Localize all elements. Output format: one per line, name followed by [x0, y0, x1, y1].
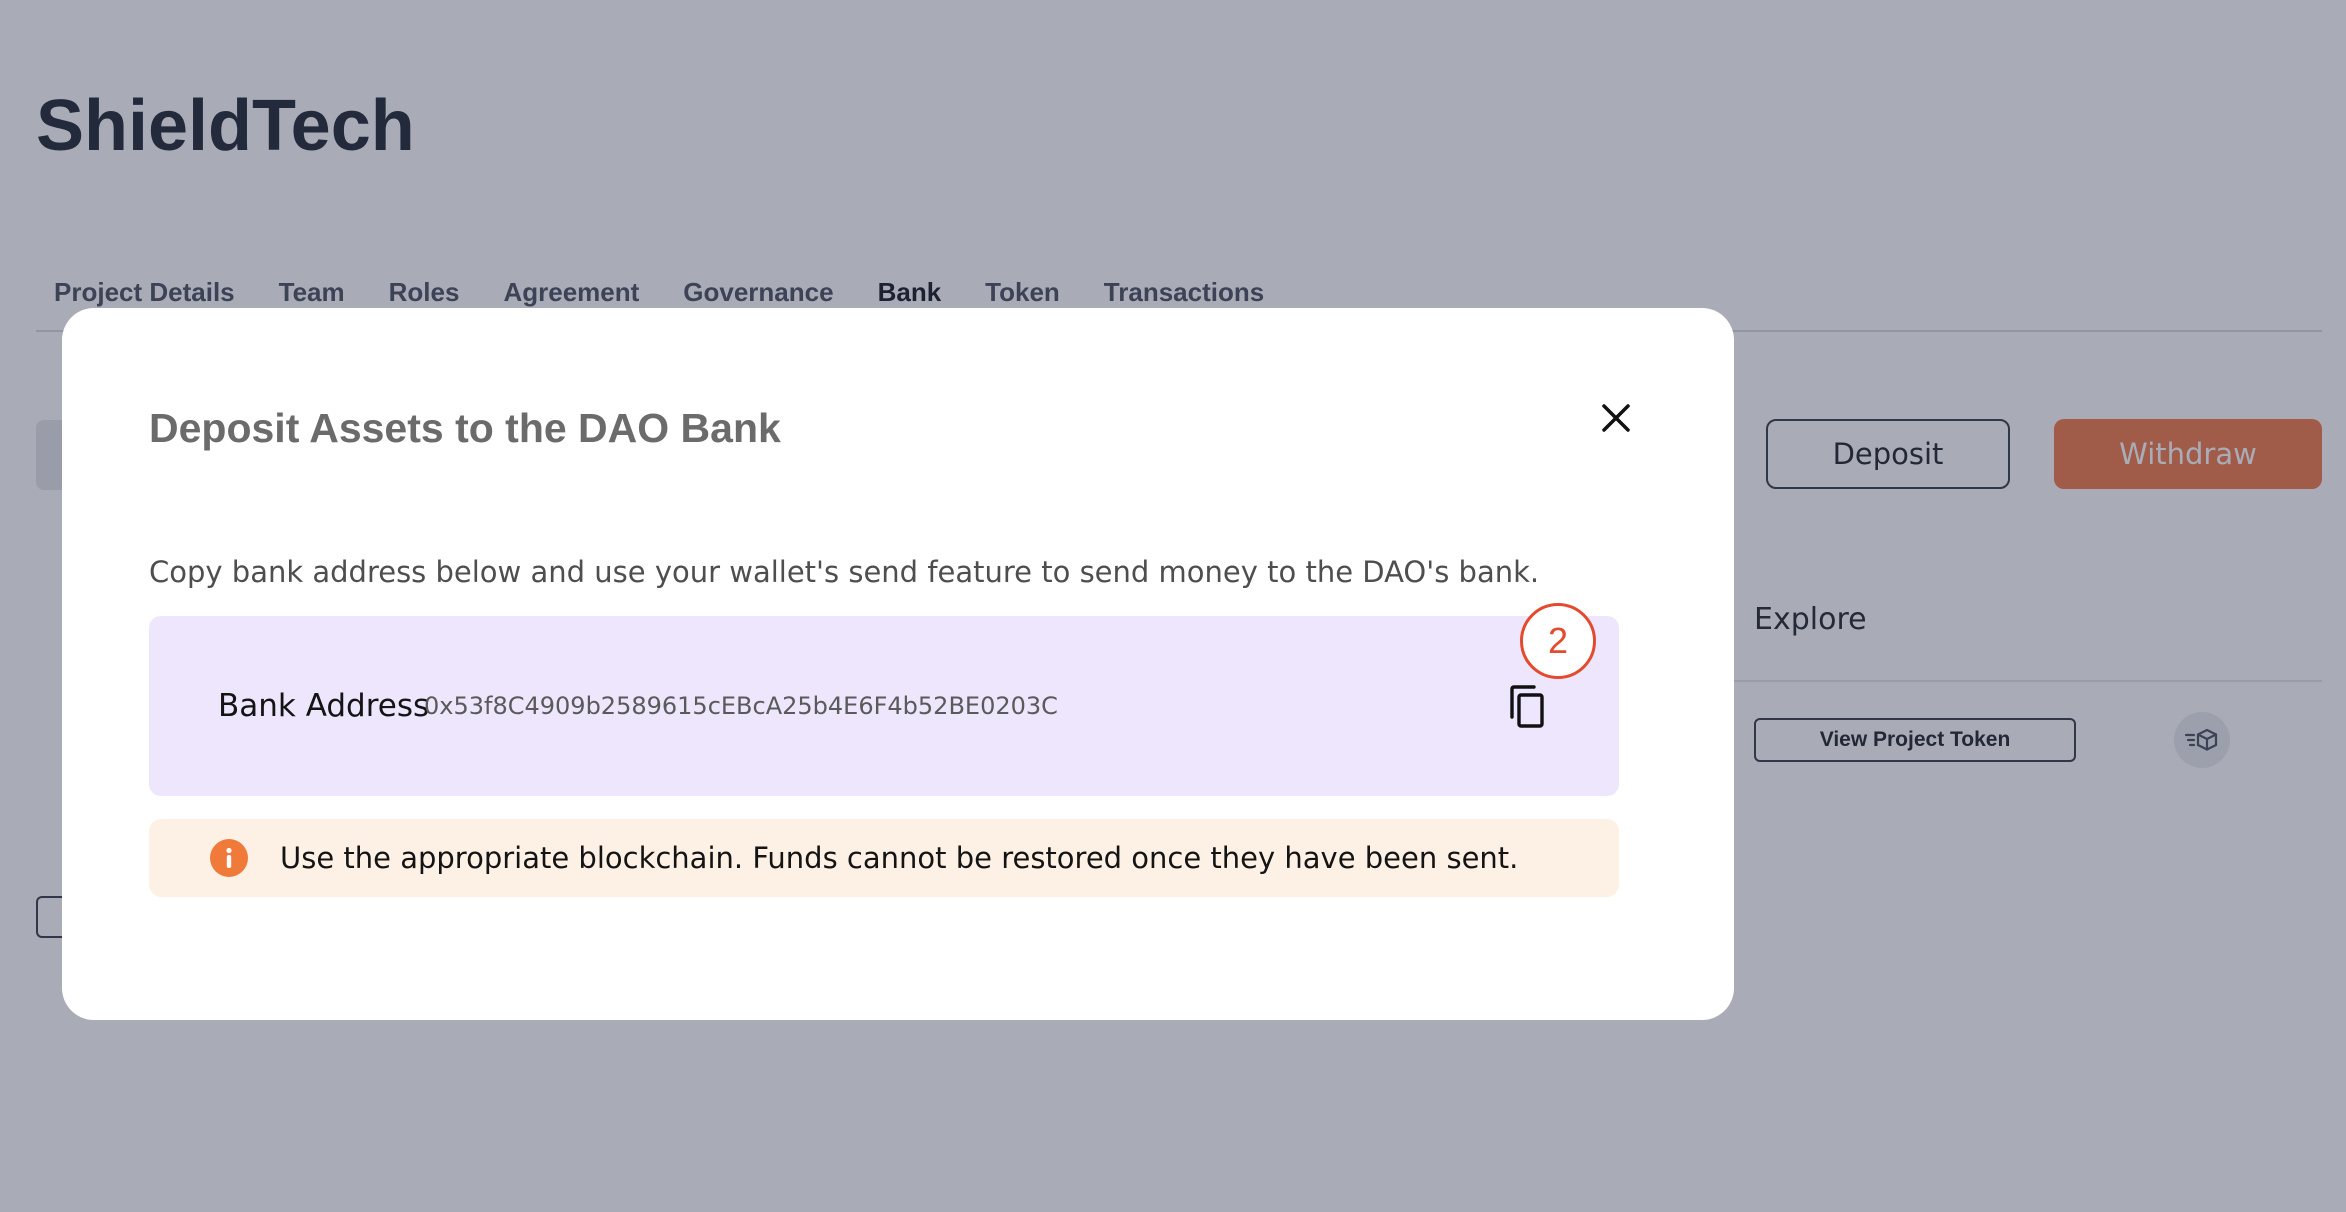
warning-text: Use the appropriate blockchain. Funds ca… — [280, 841, 1519, 875]
copy-address-button[interactable] — [1505, 682, 1549, 732]
modal-title: Deposit Assets to the DAO Bank — [149, 405, 781, 451]
bank-address-value[interactable]: 0x53f8C4909b2589615cEBcA25b4E6F4b52BE020… — [424, 689, 1058, 723]
copy-icon — [1508, 685, 1546, 729]
bank-address-label: Bank Address — [218, 688, 430, 724]
step-badge: 2 — [1520, 603, 1596, 679]
warning-banner: Use the appropriate blockchain. Funds ca… — [149, 819, 1619, 897]
deposit-modal: Deposit Assets to the DAO Bank Copy bank… — [62, 308, 1734, 1020]
modal-description: Copy bank address below and use your wal… — [149, 555, 1540, 589]
close-button[interactable] — [1594, 396, 1638, 440]
bank-address-box: Bank Address 0x53f8C4909b2589615cEBcA25b… — [149, 603, 1619, 796]
info-icon — [210, 839, 248, 877]
close-icon — [1600, 402, 1632, 434]
